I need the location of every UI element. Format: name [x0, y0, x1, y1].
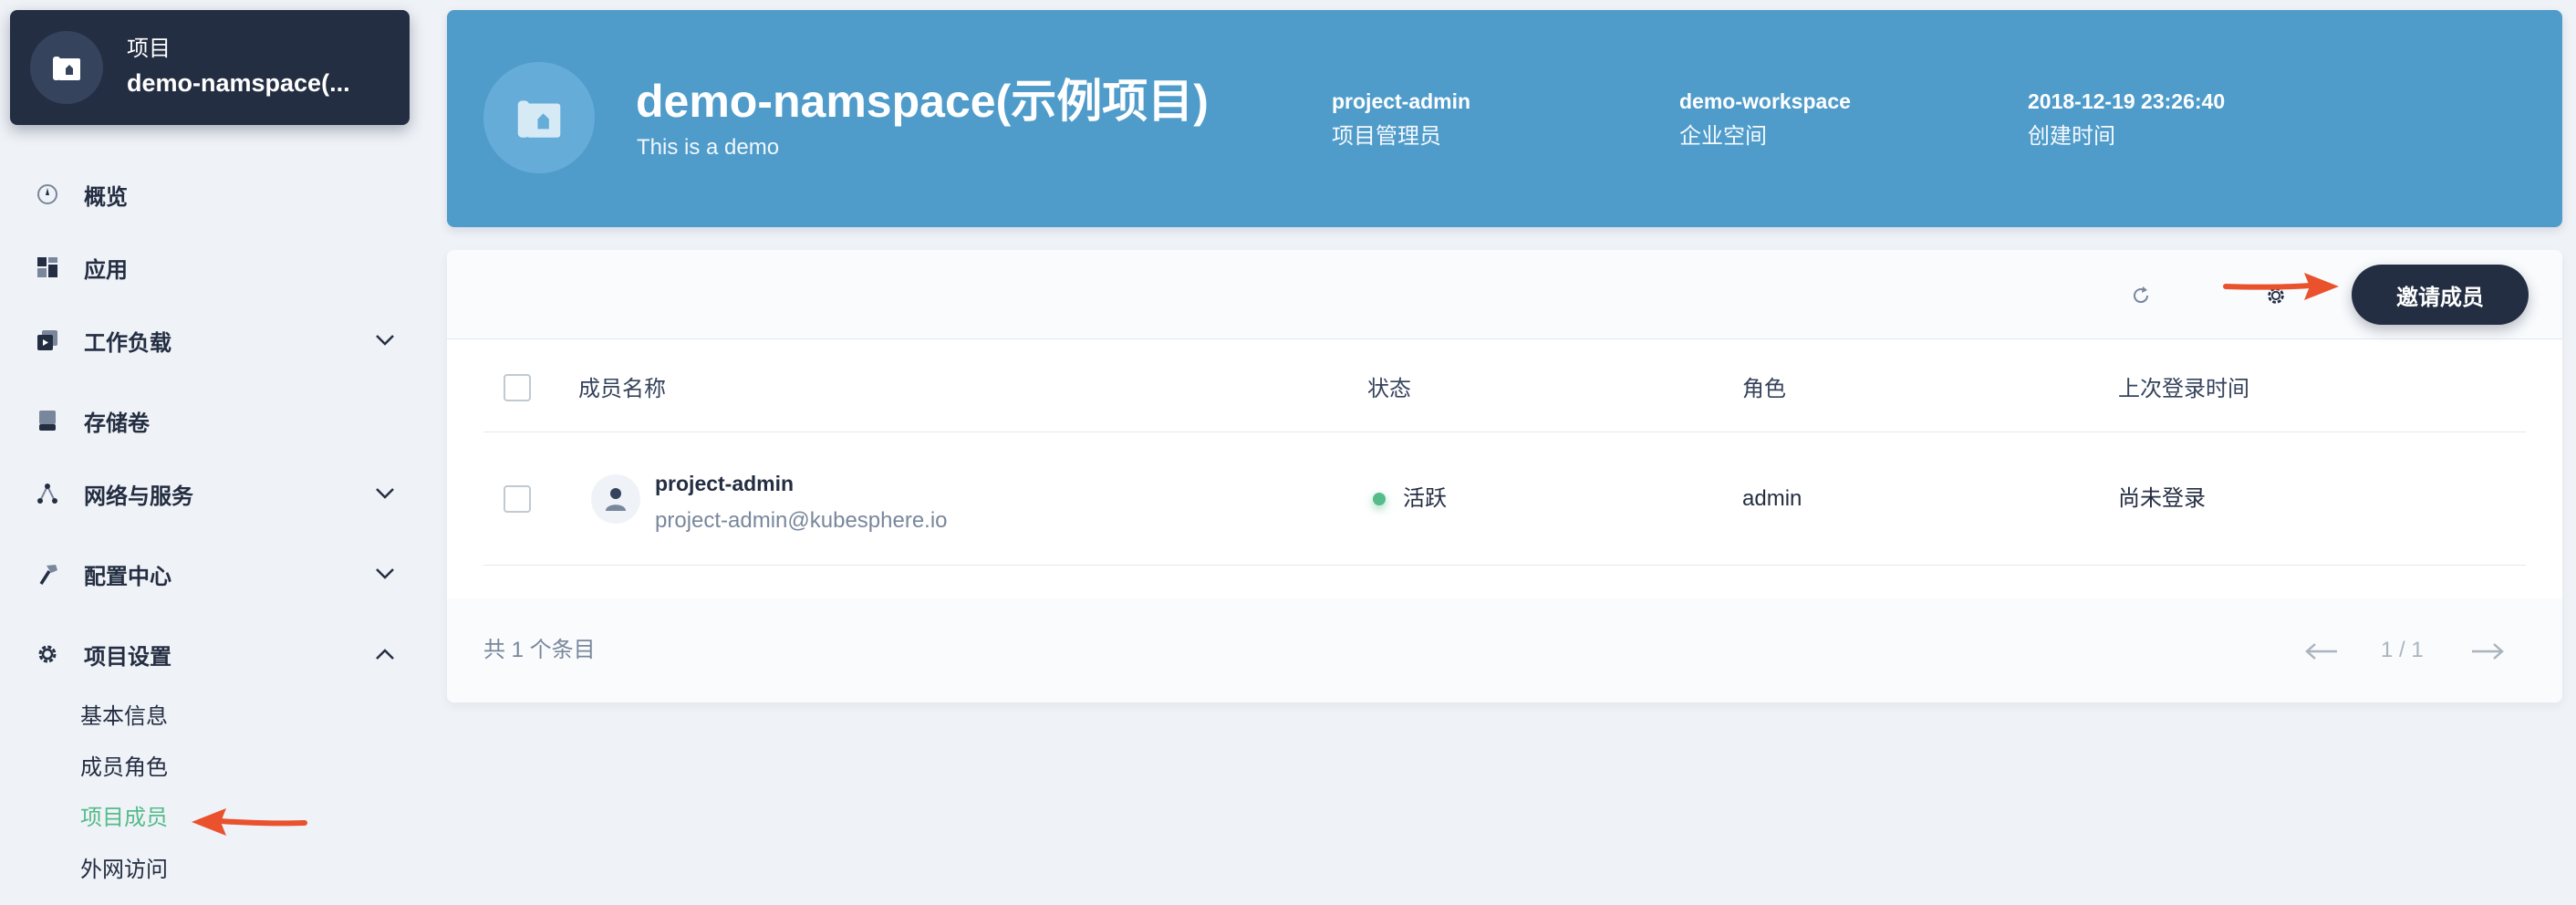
page-indicator: 1 / 1: [2381, 638, 2424, 662]
sidebar-subitem-member-roles[interactable]: 成员角色: [80, 754, 168, 783]
project-description: This is a demo: [637, 135, 780, 160]
avatar-icon: [591, 474, 640, 524]
refresh-icon[interactable]: [2127, 282, 2155, 309]
meta-workspace: demo-workspace 企业空间: [1679, 87, 1851, 152]
sidebar-item-apps[interactable]: 应用: [33, 244, 398, 290]
chevron-down-icon[interactable]: [372, 561, 398, 587]
project-kind-label: 项目: [127, 36, 171, 61]
project-name: demo-namspace(...: [127, 69, 350, 97]
project-banner: demo-namspace(示例项目) This is a demo proje…: [447, 10, 2562, 227]
table-row[interactable]: project-admin project-admin@kubesphere.i…: [483, 432, 2526, 566]
project-title: demo-namspace(示例项目): [636, 76, 1209, 127]
column-header-last-login[interactable]: 上次登录时间: [2118, 339, 2249, 432]
meta-key: 项目管理员: [1332, 124, 1441, 149]
project-logo-icon: [30, 31, 103, 104]
status-active-dot-icon: [1373, 493, 1386, 505]
toolbar: 邀请成员: [447, 250, 2562, 339]
annotation-arrow-right-icon: [2223, 273, 2339, 300]
arrow-left-icon[interactable]: [2302, 640, 2339, 662]
sidebar-item-label: 项目设置: [84, 644, 171, 670]
member-email: project-admin@kubesphere.io: [655, 508, 948, 533]
annotation-arrow-left-icon: [192, 808, 307, 836]
sidebar-item-volumes[interactable]: 存储卷: [33, 398, 398, 443]
sidebar-item-label: 网络与服务: [84, 484, 193, 509]
sidebar-item-label: 存储卷: [84, 411, 150, 436]
project-card[interactable]: 项目 demo-namspace(...: [10, 10, 410, 125]
sidebar-item-overview[interactable]: 概览: [33, 172, 398, 217]
meta-key: 创建时间: [2028, 124, 2115, 149]
chevron-up-icon[interactable]: [372, 641, 398, 667]
member-status: 活跃: [1403, 486, 1447, 511]
meta-value: demo-workspace: [1679, 89, 1851, 113]
dashboard-icon: [33, 180, 62, 209]
total-count: 共 1 个条目: [483, 638, 596, 662]
meta-created-time: 2018-12-19 23:26:40 创建时间: [2028, 87, 2225, 152]
meta-admin: project-admin 项目管理员: [1332, 87, 1470, 152]
members-panel: 邀请成员 成员名称 状态 角色 上次登录时间 project-admin pro…: [447, 250, 2562, 702]
project-logo-icon: [483, 62, 595, 173]
column-header-role[interactable]: 角色: [1742, 339, 1786, 432]
row-checkbox[interactable]: [504, 485, 531, 513]
apps-icon: [33, 253, 62, 282]
sidebar-item-label: 概览: [84, 184, 128, 210]
column-header-status[interactable]: 状态: [1367, 339, 1411, 432]
member-name[interactable]: project-admin: [655, 469, 794, 498]
sidebar-subitem-project-members[interactable]: 项目成员: [80, 804, 168, 833]
storage-icon: [33, 406, 62, 435]
sidebar-item-label: 配置中心: [84, 564, 171, 589]
chevron-down-icon[interactable]: [372, 328, 398, 353]
sidebar-subitem-basic-info[interactable]: 基本信息: [80, 702, 168, 732]
invite-member-button[interactable]: 邀请成员: [2352, 265, 2529, 325]
table-header: 成员名称 状态 角色 上次登录时间: [483, 339, 2526, 432]
member-role: admin: [1742, 486, 1802, 511]
gear-icon: [33, 640, 62, 669]
column-header-name[interactable]: 成员名称: [578, 339, 666, 432]
member-last-login: 尚未登录: [2118, 486, 2206, 511]
meta-value: project-admin: [1332, 89, 1471, 113]
sidebar-item-project-settings[interactable]: 项目设置: [33, 631, 398, 677]
sidebar-item-label: 应用: [84, 257, 128, 283]
workload-icon: [33, 326, 62, 355]
meta-key: 企业空间: [1679, 124, 1767, 149]
sidebar-subitem-internet-access[interactable]: 外网访问: [80, 856, 168, 885]
table-footer: 共 1 个条目 1 / 1: [447, 598, 2562, 702]
sidebar-item-config[interactable]: 配置中心: [33, 551, 398, 597]
sidebar-item-network[interactable]: 网络与服务: [33, 471, 398, 516]
hammer-icon: [33, 559, 62, 588]
sidebar-item-workloads[interactable]: 工作负载: [33, 317, 398, 363]
network-icon: [33, 479, 62, 508]
sidebar-item-label: 工作负载: [84, 330, 171, 356]
chevron-down-icon[interactable]: [372, 481, 398, 506]
arrow-right-icon[interactable]: [2470, 640, 2507, 662]
select-all-checkbox[interactable]: [504, 374, 531, 401]
meta-value: 2018-12-19 23:26:40: [2028, 89, 2226, 113]
